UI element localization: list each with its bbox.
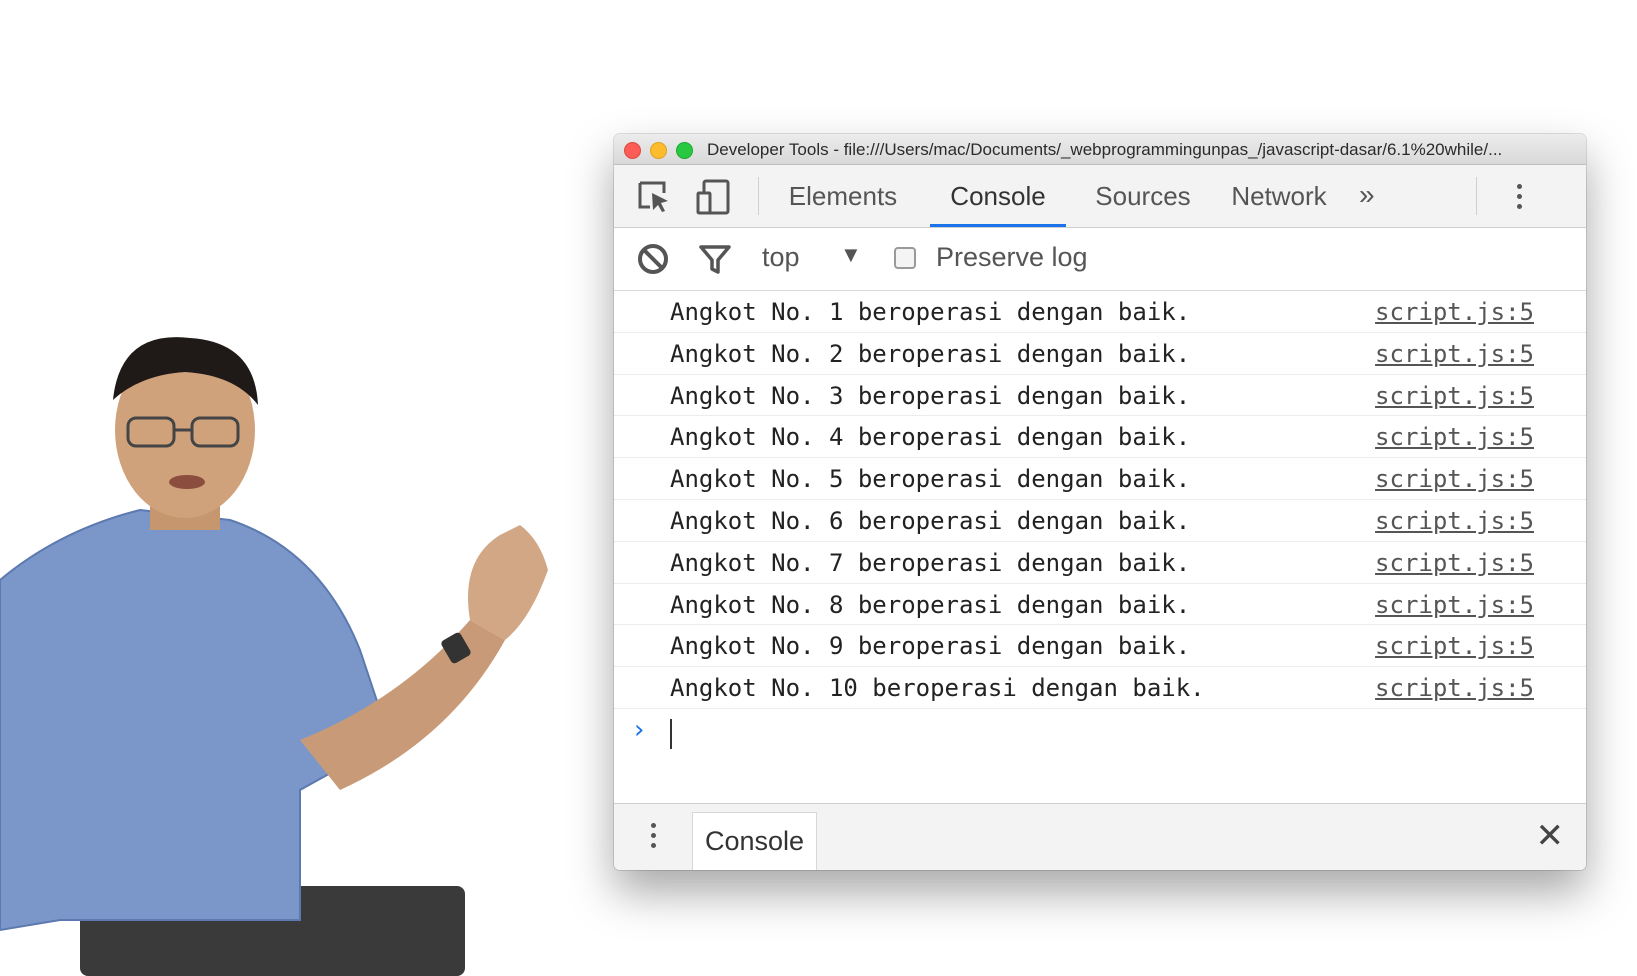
window-title: Developer Tools - file:///Users/mac/Docu… xyxy=(707,140,1503,159)
console-message: Angkot No. 8 beroperasi dengan baik. scr… xyxy=(614,584,1586,626)
context-selector[interactable]: top xyxy=(762,242,800,273)
message-text: Angkot No. 8 beroperasi dengan baik. xyxy=(670,590,1191,619)
console-message: Angkot No. 3 beroperasi dengan baik. scr… xyxy=(614,375,1586,417)
preserve-log-label: Preserve log xyxy=(936,242,1088,272)
source-link[interactable]: script.js:5 xyxy=(1375,507,1534,535)
console-filter-bar: top ▼ Preserve log xyxy=(614,228,1586,291)
title-bar: Developer Tools - file:///Users/mac/Docu… xyxy=(614,134,1586,165)
source-link[interactable]: script.js:5 xyxy=(1375,298,1534,326)
source-link[interactable]: script.js:5 xyxy=(1375,674,1534,702)
console-input[interactable] xyxy=(670,718,672,749)
source-link[interactable]: script.js:5 xyxy=(1375,465,1534,493)
device-toolbar-icon[interactable] xyxy=(696,179,732,215)
tab-elements[interactable]: Elements xyxy=(782,165,904,227)
clear-console-icon[interactable] xyxy=(636,242,670,276)
tab-console[interactable]: Console xyxy=(930,165,1066,227)
source-link[interactable]: script.js:5 xyxy=(1375,632,1534,660)
source-link[interactable]: script.js:5 xyxy=(1375,549,1534,577)
preserve-log-checkbox[interactable] xyxy=(894,247,916,269)
source-link[interactable]: script.js:5 xyxy=(1375,340,1534,368)
drawer-tab-console[interactable]: Console xyxy=(692,812,818,870)
minimize-window-button[interactable] xyxy=(650,142,667,159)
message-text: Angkot No. 4 beroperasi dengan baik. xyxy=(670,423,1191,452)
drawer-menu-icon[interactable] xyxy=(648,820,658,854)
chevron-down-icon[interactable]: ▼ xyxy=(840,242,862,268)
presenter-figure xyxy=(0,337,548,976)
console-message: Angkot No. 2 beroperasi dengan baik. scr… xyxy=(614,333,1586,375)
console-message: Angkot No. 7 beroperasi dengan baik. scr… xyxy=(614,542,1586,584)
message-text: Angkot No. 2 beroperasi dengan baik. xyxy=(670,339,1191,368)
source-link[interactable]: script.js:5 xyxy=(1375,423,1534,451)
filter-icon[interactable] xyxy=(698,242,732,276)
source-link[interactable]: script.js:5 xyxy=(1375,591,1534,619)
toolbar-divider xyxy=(758,177,759,215)
console-message: Angkot No. 4 beroperasi dengan baik. scr… xyxy=(614,416,1586,459)
message-text: Angkot No. 5 beroperasi dengan baik. xyxy=(670,465,1191,494)
more-tabs-button[interactable]: » xyxy=(1359,165,1375,227)
devtools-window: Developer Tools - file:///Users/mac/Docu… xyxy=(614,134,1586,870)
console-message: Angkot No. 5 beroperasi dengan baik. scr… xyxy=(614,458,1586,500)
message-text: Angkot No. 9 beroperasi dengan baik. xyxy=(670,632,1191,661)
prompt-chevron-icon: › xyxy=(634,714,645,745)
console-message: Angkot No. 6 beroperasi dengan baik. scr… xyxy=(614,500,1586,542)
console-message: Angkot No. 1 beroperasi dengan baik. scr… xyxy=(614,291,1586,333)
console-message: Angkot No. 9 beroperasi dengan baik. scr… xyxy=(614,625,1586,668)
tab-sources[interactable]: Sources xyxy=(1082,165,1204,227)
console-messages: Angkot No. 1 beroperasi dengan baik. scr… xyxy=(614,291,1586,759)
close-drawer-icon[interactable]: ✕ xyxy=(1536,816,1565,856)
main-tab-bar: Elements Console Sources Network » xyxy=(614,165,1586,228)
zoom-window-button[interactable] xyxy=(676,142,693,159)
inspect-element-icon[interactable] xyxy=(636,179,672,215)
message-text: Angkot No. 1 beroperasi dengan baik. xyxy=(670,298,1191,326)
close-window-button[interactable] xyxy=(624,142,641,159)
console-prompt[interactable]: › xyxy=(614,709,1586,759)
presenter-hand xyxy=(468,525,548,640)
toolbar-divider xyxy=(1476,177,1477,215)
customize-menu-icon[interactable] xyxy=(1514,181,1524,213)
message-text: Angkot No. 3 beroperasi dengan baik. xyxy=(670,381,1191,410)
drawer-bar: Console ✕ xyxy=(614,803,1586,870)
message-text: Angkot No. 10 beroperasi dengan baik. xyxy=(670,674,1205,703)
console-message: Angkot No. 10 beroperasi dengan baik. sc… xyxy=(614,667,1586,709)
message-text: Angkot No. 6 beroperasi dengan baik. xyxy=(670,506,1191,535)
source-link[interactable]: script.js:5 xyxy=(1375,382,1534,410)
tab-network[interactable]: Network xyxy=(1222,165,1336,227)
message-text: Angkot No. 7 beroperasi dengan baik. xyxy=(670,548,1191,577)
presenter-shirt xyxy=(0,510,390,930)
